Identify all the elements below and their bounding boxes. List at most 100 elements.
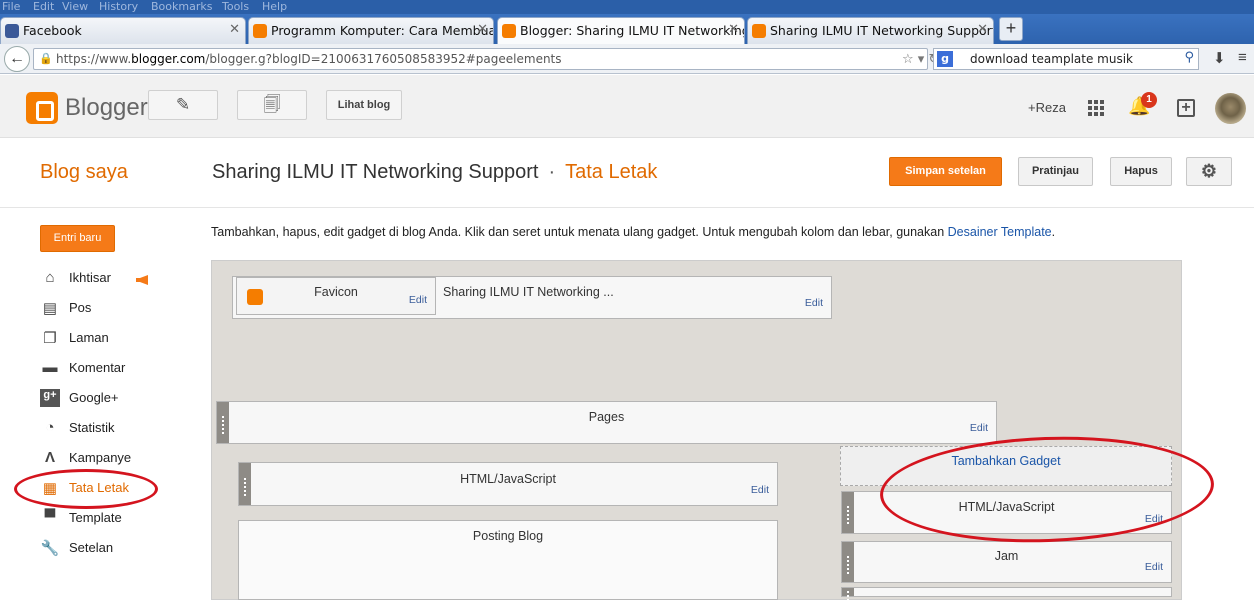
my-blogs-link[interactable]: Blog saya — [40, 161, 128, 184]
template-designer-link[interactable]: Desainer Template — [948, 225, 1052, 239]
clear-button[interactable]: Hapus — [1110, 157, 1172, 186]
page-title: Sharing ILMU IT Networking Support · Tata … — [212, 161, 657, 184]
save-settings-button[interactable]: Simpan setelan — [889, 157, 1002, 186]
favicon-gadget-title: Favicon — [314, 285, 358, 299]
download-icon[interactable]: ⬇ — [1213, 49, 1226, 67]
share-plus-icon[interactable]: + — [1177, 99, 1195, 117]
html-javascript-gadget[interactable]: HTML/JavaScript Edit — [238, 462, 778, 506]
pages-edit-link[interactable]: Edit — [970, 422, 988, 434]
menu-file[interactable]: File — [2, 0, 20, 13]
tab-sharing-ilmu[interactable]: Sharing ILMU IT Networking Support ✕ — [747, 17, 994, 44]
sidebar-item-google-plus[interactable]: g+ Google+ — [40, 388, 190, 410]
tab-label: Programm Komputer: Cara Membuat... — [271, 23, 494, 38]
google-icon: g — [937, 51, 953, 67]
menu-edit[interactable]: Edit — [33, 0, 54, 13]
clock-edit-link[interactable]: Edit — [1145, 561, 1163, 573]
tab-label: Sharing ILMU IT Networking Support — [770, 23, 994, 38]
menu-tools[interactable]: Tools — [222, 0, 249, 13]
sidebar-item-template[interactable]: ▀ Template — [40, 508, 190, 530]
sidebar-item-label: Template — [69, 510, 122, 525]
tab-programm-komputer[interactable]: Programm Komputer: Cara Membuat... ✕ — [248, 17, 494, 44]
clock-gadget-title: Jam — [994, 549, 1019, 563]
campaign-icon: Λ — [44, 449, 55, 466]
browser-tabbar: Facebook ✕ Programm Komputer: Cara Membu… — [0, 14, 1254, 44]
new-tab-button[interactable]: + — [999, 17, 1023, 41]
menu-history[interactable]: History — [99, 0, 138, 13]
close-icon[interactable]: ✕ — [977, 22, 988, 37]
preview-button[interactable]: Pratinjau — [1018, 157, 1093, 186]
browser-navbar: ← 🔒 https://www.blogger.com/blogger.g?bl… — [0, 44, 1254, 74]
sidebar-item-label: Ikhtisar — [69, 270, 111, 285]
favicon-edit-link[interactable]: Edit — [409, 294, 427, 306]
sidebar-item-label: Google+ — [69, 390, 119, 405]
pages-gadget[interactable]: Pages Edit — [216, 401, 997, 444]
sidebar-item-pages[interactable]: ❐ Laman — [40, 328, 190, 350]
annotation-circle-layout — [14, 469, 158, 509]
menu-view[interactable]: View — [62, 0, 88, 13]
document-icon: 🗐 — [263, 95, 281, 114]
search-value: download teamplate musik — [970, 52, 1134, 66]
user-profile-link[interactable]: +Reza — [1028, 100, 1066, 115]
pencil-icon: ✎ — [175, 95, 191, 114]
comment-icon: ▬ — [42, 359, 58, 376]
address-bar[interactable]: 🔒 https://www.blogger.com/blogger.g?blog… — [33, 48, 939, 70]
home-icon: ⌂ — [45, 269, 55, 286]
search-input[interactable]: g download teamplate musik ⚲ — [933, 48, 1199, 70]
avatar[interactable] — [1215, 93, 1246, 124]
description-end: . — [1051, 225, 1056, 239]
title-bar: Blog saya Sharing ILMU IT Networking Sup… — [0, 138, 1254, 208]
search-icon[interactable]: ⚲ — [1184, 50, 1194, 65]
apps-grid-icon[interactable] — [1088, 100, 1105, 117]
url-path: /blogger.g?blogID=2100631760508583952#pa… — [205, 52, 562, 66]
sidebar-item-label: Statistik — [69, 420, 115, 435]
gear-icon[interactable]: ⚙ — [1186, 157, 1232, 186]
notification-badge: 1 — [1141, 92, 1157, 108]
menu-help[interactable]: Help — [262, 0, 287, 13]
sidebar-item-campaigns[interactable]: Λ Kampanye — [40, 448, 190, 470]
url-host: blogger.com — [131, 52, 206, 66]
menu-icon[interactable]: ≡ — [1238, 49, 1247, 66]
blogger-logo-icon[interactable] — [26, 92, 58, 124]
close-icon[interactable]: ✕ — [477, 22, 488, 37]
close-icon[interactable]: ✕ — [728, 22, 739, 37]
lock-icon: 🔒 — [39, 52, 53, 65]
favicon-gadget[interactable]: Favicon Edit — [236, 277, 436, 315]
sidebar-item-label: Laman — [69, 330, 109, 345]
url-prefix: https://www. — [56, 52, 132, 66]
view-blog-button[interactable]: Lihat blog — [326, 90, 402, 120]
sidebar-item-label: Setelan — [69, 540, 114, 555]
blog-posts-title: Posting Blog — [472, 529, 544, 543]
sidebar-item-label: Pos — [69, 300, 92, 315]
blog-posts-gadget[interactable]: Posting Blog — [238, 520, 778, 600]
clock-gadget[interactable]: Jam Edit — [841, 541, 1172, 583]
sidebar-item-stats[interactable]: ◔ Statistik — [40, 418, 190, 440]
sidebar-item-label: Komentar — [69, 360, 126, 375]
tab-blogger-layout[interactable]: Blogger: Sharing ILMU IT Networking... ✕ — [497, 17, 745, 44]
sidebar-item-posts[interactable]: ▤ Pos — [40, 298, 190, 320]
sidebar-item-comments[interactable]: ▬ Komentar — [40, 358, 190, 380]
posts-list-button[interactable]: 🗐 — [237, 90, 307, 120]
header-edit-link[interactable]: Edit — [805, 297, 823, 309]
back-button[interactable]: ← — [4, 46, 30, 72]
brand-name: Blogger — [65, 94, 148, 121]
blogger-icon — [253, 24, 267, 38]
sidebar-item-overview[interactable]: ⌂ Ikhtisar — [40, 268, 190, 290]
next-gadget[interactable] — [841, 587, 1172, 609]
section-title: Tata Letak — [565, 161, 658, 183]
wrench-icon: 🔧 — [40, 540, 60, 557]
pages-icon: ❐ — [43, 330, 57, 347]
tab-label: Blogger: Sharing ILMU IT Networking... — [520, 23, 745, 38]
blogger-header: Blogger ✎ 🗐 Lihat blog +Reza 🔔 1 + — [0, 75, 1254, 138]
html-edit-link[interactable]: Edit — [751, 484, 769, 496]
tab-facebook[interactable]: Facebook ✕ — [0, 17, 246, 44]
blog-title: Sharing ILMU IT Networking Support — [212, 161, 539, 183]
close-icon[interactable]: ✕ — [229, 22, 240, 37]
google-plus-icon: g+ — [40, 389, 60, 407]
new-post-button[interactable]: ✎ — [148, 90, 218, 120]
megaphone-icon — [135, 273, 151, 285]
drag-handle[interactable] — [842, 588, 854, 609]
stats-icon: ◔ — [45, 419, 55, 436]
new-post-entry-button[interactable]: Entri baru — [40, 225, 115, 252]
menu-bookmarks[interactable]: Bookmarks — [151, 0, 212, 13]
sidebar-item-settings[interactable]: 🔧 Setelan — [40, 538, 190, 560]
